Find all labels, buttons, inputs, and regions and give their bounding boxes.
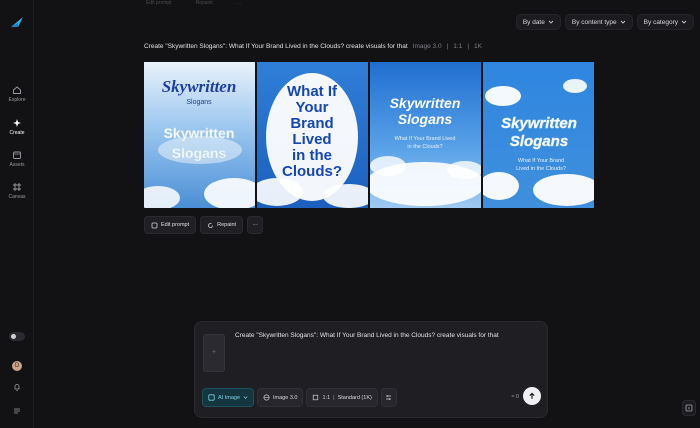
image-4-line-1: Skywritten <box>501 115 577 132</box>
image-actions: Edit prompt Repaint ··· <box>144 216 264 234</box>
edit-icon <box>151 222 158 228</box>
generated-image-3[interactable]: Skywritten Slogans What If Your Brand Li… <box>370 62 481 208</box>
image-3-line-2: Slogans <box>398 111 453 127</box>
image-4-line-3: What If Your Brand <box>518 158 564 164</box>
plus-icon: + <box>211 349 217 356</box>
reference-image-slot[interactable]: + <box>203 334 225 372</box>
image-1-line-3: Skywritten <box>164 125 235 141</box>
image-1-line-1: Skywritten <box>162 77 237 96</box>
chevron-down-icon <box>620 20 625 24</box>
chevron-down-icon <box>681 20 687 24</box>
chevron-down-icon <box>243 396 248 399</box>
home-icon <box>13 86 21 94</box>
sidebar-item-label: Explore <box>8 97 26 103</box>
image-3-line-3: What If Your Brand Lived <box>395 136 456 142</box>
image-2-line-3: Brand <box>290 115 333 132</box>
more-options-button[interactable]: ··· <box>247 216 264 234</box>
more-icon: ··· <box>252 222 258 228</box>
image-3-line-1: Skywritten <box>390 95 461 111</box>
model-label: Image 3.0 <box>412 43 442 50</box>
image-2-line-1: What If <box>287 83 338 100</box>
generated-images: Skywritten Slogans Skywritten Slogans Wh… <box>144 62 594 208</box>
sparkle-icon <box>13 119 21 127</box>
folder-icon <box>13 151 21 159</box>
image-2-line-6: Clouds? <box>282 163 342 180</box>
help-button[interactable] <box>682 400 696 416</box>
generated-image-1[interactable]: Skywritten Slogans Skywritten Slogans <box>144 62 255 208</box>
size-quality-button[interactable]: 1:1 | Standard (1K) <box>306 388 378 407</box>
sliders-icon <box>386 395 392 400</box>
credits-indicator: ≈ 0 <box>511 394 519 400</box>
ratio-label: 1:1 <box>453 43 463 50</box>
image-icon <box>208 394 215 401</box>
image-2-line-5: in the <box>292 147 332 164</box>
filter-by-content-type[interactable]: By content type <box>564 14 633 30</box>
aspect-ratio-icon <box>313 394 319 401</box>
bell-icon[interactable] <box>12 382 22 392</box>
previous-more[interactable]: ... <box>237 0 241 6</box>
filter-by-category[interactable]: By category <box>636 14 694 30</box>
generated-image-4[interactable]: Skywritten Slogans What If Your Brand Li… <box>483 62 594 208</box>
sidebar-item-label: Create <box>9 130 25 136</box>
chevron-down-icon <box>548 20 554 24</box>
sidebar-item-create[interactable]: Create <box>0 118 34 136</box>
image-1-line-2: Slogans <box>186 99 212 106</box>
ratio-label: 1:1 <box>322 394 331 401</box>
repaint-label: Repaint <box>217 222 237 228</box>
ai-image-label: AI Image <box>218 394 241 401</box>
filter-by-date[interactable]: By date <box>515 14 561 30</box>
generated-image-2[interactable]: What If Your Brand Lived in the Clouds? <box>257 62 368 208</box>
resolution-label: 1K <box>474 43 482 50</box>
image-3-line-4: in the Clouds? <box>407 144 442 150</box>
prompt-input[interactable]: Create "Skywritten Slogans": What If You… <box>235 332 499 339</box>
prompt-composer: + Create "Skywritten Slogans": What If Y… <box>194 321 548 418</box>
filter-bar: By date By content type By category <box>515 14 694 30</box>
sidebar-item-assets[interactable]: Assets <box>0 150 34 168</box>
filter-label: By content type <box>571 18 617 26</box>
send-button[interactable] <box>523 387 541 405</box>
edit-prompt-label: Edit prompt <box>161 222 190 228</box>
sidebar-item-label: Canvas <box>8 194 26 200</box>
menu-icon[interactable] <box>12 406 22 416</box>
help-icon <box>685 404 693 412</box>
theme-toggle[interactable] <box>0 332 34 341</box>
ai-image-mode-button[interactable]: AI Image <box>202 388 255 407</box>
prompt-text[interactable]: Create "Skywritten Slogans": What If You… <box>144 43 408 50</box>
refresh-icon <box>208 222 214 228</box>
toggle-switch[interactable] <box>9 332 25 341</box>
image-4-line-4: Lived in the Clouds? <box>516 166 566 172</box>
sidebar-item-explore[interactable]: Explore <box>0 85 34 103</box>
model-selector-button[interactable]: Image 3.0 <box>257 388 304 407</box>
image-2-line-2: Your <box>295 99 328 116</box>
image-1-line-4: Slogans <box>172 145 227 161</box>
previous-repaint[interactable]: Repaint <box>196 0 213 6</box>
previous-item-actions: Edit prompt Repaint ... <box>146 0 241 6</box>
repaint-button[interactable]: Repaint <box>200 216 244 234</box>
model-label: Image 3.0 <box>273 394 298 401</box>
adjust-settings-button[interactable] <box>380 388 397 407</box>
sidebar-item-label: Assets <box>9 162 25 168</box>
filter-label: By date <box>522 18 545 26</box>
canvas-icon <box>13 183 21 191</box>
avatar[interactable]: D <box>12 361 22 371</box>
globe-icon <box>263 394 270 401</box>
sidebar-item-canvas[interactable]: Canvas <box>0 182 34 200</box>
arrow-up-icon <box>529 392 535 399</box>
quality-label: Standard (1K) <box>337 394 372 401</box>
app-logo-icon[interactable] <box>9 14 25 30</box>
image-4-line-2: Slogans <box>510 133 568 150</box>
left-sidebar: Explore Create Assets Canvas D <box>0 0 34 428</box>
image-2-line-4: Lived <box>292 131 331 148</box>
edit-prompt-button[interactable]: Edit prompt <box>144 216 197 234</box>
filter-label: By category <box>643 18 678 26</box>
generation-settings: AI Image Image 3.0 1:1 | Standard (1K) <box>202 388 397 407</box>
generation-prompt-row: Create "Skywritten Slogans": What If You… <box>144 43 482 50</box>
previous-edit-prompt[interactable]: Edit prompt <box>146 0 172 6</box>
